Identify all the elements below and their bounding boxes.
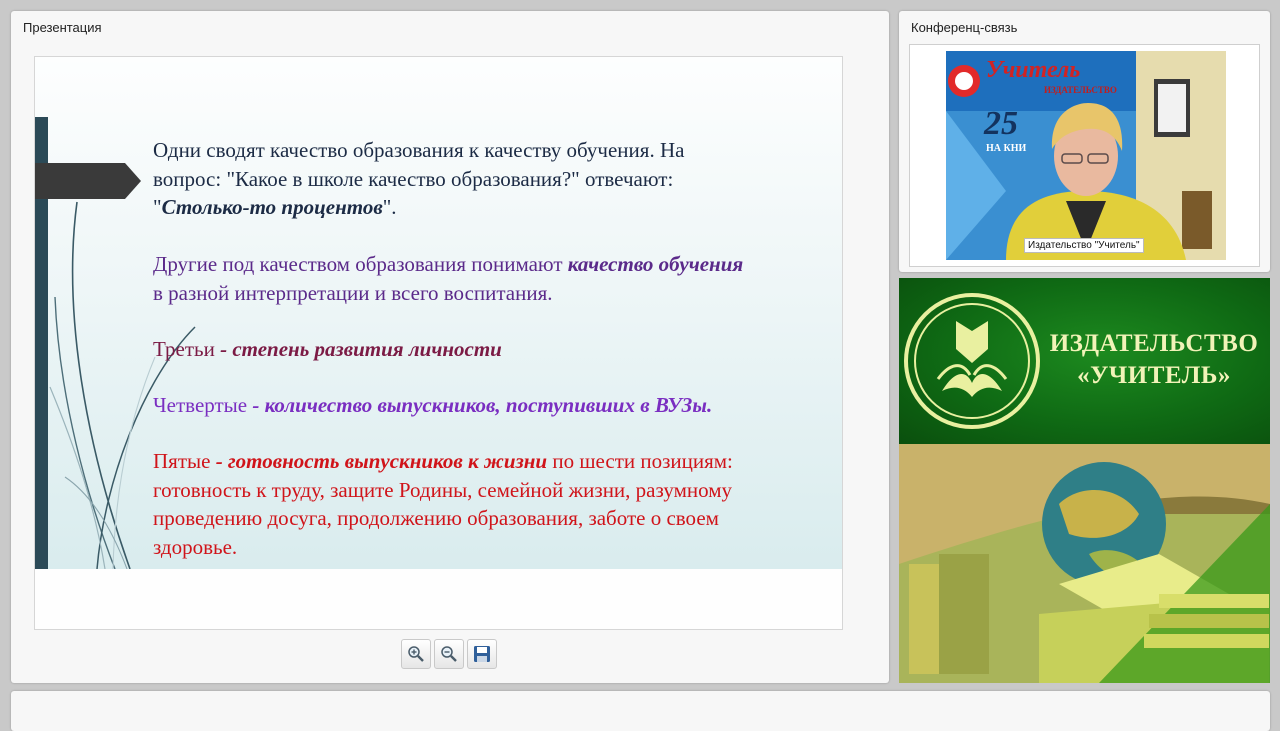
quote-mark: ". bbox=[382, 195, 397, 219]
video-feed: Учитель ИЗДАТЕЛЬСТВО 25 НА КНИ Издательс… bbox=[946, 51, 1226, 260]
conference-panel: Конференц-связь Учитель ИЗДАТЕЛЬСТВО 25 … bbox=[899, 11, 1270, 272]
slide-text-line: Пятые - готовность выпускников к жизни п… bbox=[153, 447, 833, 476]
books-globe-image bbox=[899, 444, 1270, 683]
presentation-title: Презентация bbox=[23, 20, 102, 35]
zoom-out-icon bbox=[441, 646, 457, 662]
save-icon bbox=[474, 646, 490, 662]
zoom-out-button[interactable] bbox=[434, 639, 464, 669]
participant-name-label: Издательство "Учитель" bbox=[1024, 238, 1144, 253]
presentation-panel: Презентация Одни сводят качество образов… bbox=[11, 11, 889, 683]
slide-text: по шести позициям: bbox=[547, 449, 733, 473]
brand-panel: ИЗДАТЕЛЬСТВО «УЧИТЕЛЬ» bbox=[899, 278, 1270, 683]
slide-emphasis: Столько-то процентов bbox=[161, 195, 383, 219]
conference-title: Конференц-связь bbox=[911, 20, 1018, 35]
zoom-in-icon bbox=[408, 646, 424, 662]
slide-text-line: "Столько-то процентов". bbox=[153, 193, 833, 222]
slide-text-line: вопрос: "Какое в школе качество образова… bbox=[153, 166, 674, 191]
slide-emphasis: - готовность выпускников к жизни bbox=[215, 449, 548, 473]
zoom-in-button[interactable] bbox=[401, 639, 431, 669]
brand-name-line2: «УЧИТЕЛЬ» bbox=[1077, 362, 1231, 389]
bottom-panel bbox=[11, 691, 1270, 731]
slide-text-line: здоровье. bbox=[153, 534, 238, 559]
slide-paragraph-1: Одни сводят качество образования к качес… bbox=[153, 136, 833, 222]
slide-arrow-shape bbox=[35, 163, 141, 199]
slide-text: Третьи bbox=[153, 337, 221, 361]
wall-sign-subtitle: ИЗДАТЕЛЬСТВО bbox=[1044, 85, 1117, 95]
wall-number: 25 bbox=[984, 105, 1018, 142]
slide-text: Пятые bbox=[153, 449, 216, 473]
slide-text-line: готовность к труду, защите Родины, семей… bbox=[153, 477, 732, 502]
slide-paragraph-5: Пятые - готовность выпускников к жизни п… bbox=[153, 447, 833, 561]
slide-text-line: Одни сводят качество образования к качес… bbox=[153, 138, 685, 162]
slide-emphasis: - степень развития личности bbox=[220, 337, 502, 361]
brand-header: ИЗДАТЕЛЬСТВО «УЧИТЕЛЬ» bbox=[899, 278, 1270, 444]
slide-text: Другие под качеством образования понимаю… bbox=[153, 252, 568, 276]
slide-text-line: Другие под качеством образования понимаю… bbox=[153, 250, 833, 279]
slide-paragraph-4: Четвертые - количество выпускников, пост… bbox=[153, 391, 833, 420]
slide-text: Четвертые bbox=[153, 393, 253, 417]
video-frame[interactable]: Учитель ИЗДАТЕЛЬСТВО 25 НА КНИ Издательс… bbox=[909, 44, 1260, 267]
slide: Одни сводят качество образования к качес… bbox=[35, 57, 842, 569]
slide-text-line: проведению досуга, продолжению образован… bbox=[153, 506, 719, 530]
slide-emphasis: качество обучения bbox=[567, 252, 744, 276]
slide-viewer[interactable]: Одни сводят качество образования к качес… bbox=[34, 56, 843, 630]
slide-paragraph-2: Другие под качеством образования понимаю… bbox=[153, 250, 833, 307]
slide-paragraph-3: Третьи - степень развития личности bbox=[153, 335, 833, 364]
slide-text-line: в разной интерпретации и всего воспитани… bbox=[153, 280, 553, 305]
quote-mark: " bbox=[153, 195, 162, 219]
publisher-logo-icon bbox=[904, 293, 1040, 429]
wall-sign: Учитель bbox=[986, 57, 1081, 83]
brand-name-line1: ИЗДАТЕЛЬСТВО bbox=[1049, 330, 1259, 357]
save-button[interactable] bbox=[467, 639, 497, 669]
wall-sign-bottom: НА КНИ bbox=[986, 143, 1027, 154]
slide-emphasis: - количество выпускников, поступивших в … bbox=[252, 393, 713, 417]
